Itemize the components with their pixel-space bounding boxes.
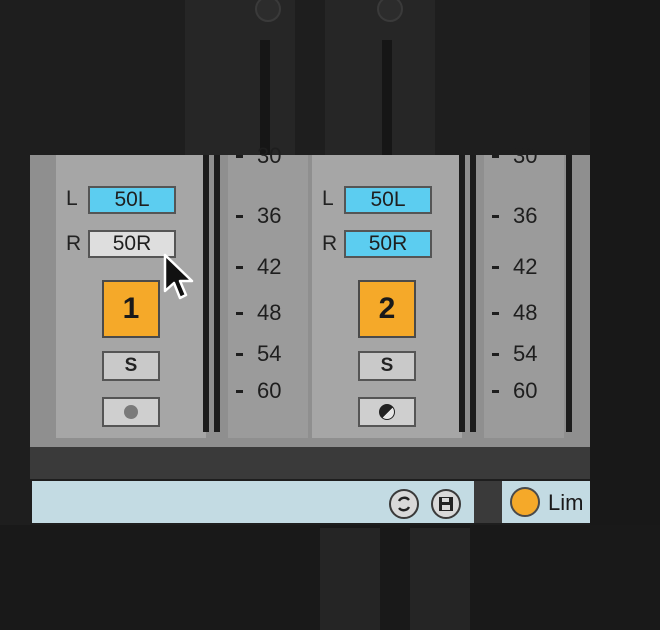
meter-tick: 60	[236, 378, 281, 404]
meter-tick: 30	[236, 143, 281, 169]
solo-button[interactable]: S	[102, 351, 160, 381]
channel-strip-2: L 50L R 50R 2 S	[312, 155, 462, 438]
background-track	[320, 528, 380, 630]
meter-tick: 42	[492, 254, 537, 280]
meter-tick: 36	[492, 203, 537, 229]
mixer-panel-footer	[30, 447, 590, 479]
meter-tick: 48	[492, 300, 537, 326]
refresh-icon	[397, 496, 411, 512]
track-activator-button[interactable]: 1	[102, 280, 160, 338]
meter-divider	[470, 155, 476, 432]
refresh-button[interactable]	[389, 489, 419, 519]
meter-tick: 60	[492, 378, 537, 404]
meter-tick: 36	[236, 203, 281, 229]
meter-divider	[459, 155, 465, 432]
meter-divider	[566, 155, 572, 432]
pan-right-field[interactable]: 50R	[344, 230, 432, 258]
background-knob-icon	[255, 0, 281, 22]
meter-tick: 42	[236, 254, 281, 280]
half-circle-icon	[379, 404, 395, 420]
pan-right-label: R	[322, 232, 338, 255]
background-fader	[260, 40, 270, 160]
meter-tick: 54	[236, 341, 281, 367]
save-icon	[439, 497, 453, 511]
meter-tick: 54	[492, 341, 537, 367]
meter-tick: 30	[492, 143, 537, 169]
background-knob-icon	[377, 0, 403, 22]
device-separator	[474, 481, 502, 523]
monitor-button[interactable]	[358, 397, 416, 427]
meter-divider	[214, 155, 220, 432]
meter-tick: 48	[236, 300, 281, 326]
monitor-button[interactable]	[102, 397, 160, 427]
save-button[interactable]	[431, 489, 461, 519]
track-activator-button[interactable]: 2	[358, 280, 416, 338]
solo-button[interactable]: S	[358, 351, 416, 381]
limiter-device-header[interactable]: Lim	[502, 481, 590, 523]
pan-right-label: R	[66, 232, 82, 255]
background-fader	[382, 40, 392, 160]
background-channel	[185, 0, 295, 160]
background-track	[410, 528, 470, 630]
limiter-label: Lim	[548, 490, 584, 515]
pan-left-label: L	[66, 187, 78, 210]
mouse-pointer-icon	[163, 253, 194, 300]
pan-left-field[interactable]: 50L	[88, 186, 176, 214]
circle-dot-icon	[124, 405, 138, 419]
pan-left-label: L	[322, 187, 334, 210]
device-on-toggle[interactable]	[510, 487, 540, 517]
level-meter-scale-1: 30 36 42 48 54 60	[228, 143, 308, 438]
level-meter-scale-2: 30 36 42 48 54 60	[484, 143, 564, 438]
pan-left-field[interactable]: 50L	[344, 186, 432, 214]
background-channel	[325, 0, 435, 160]
meter-divider	[203, 155, 209, 432]
